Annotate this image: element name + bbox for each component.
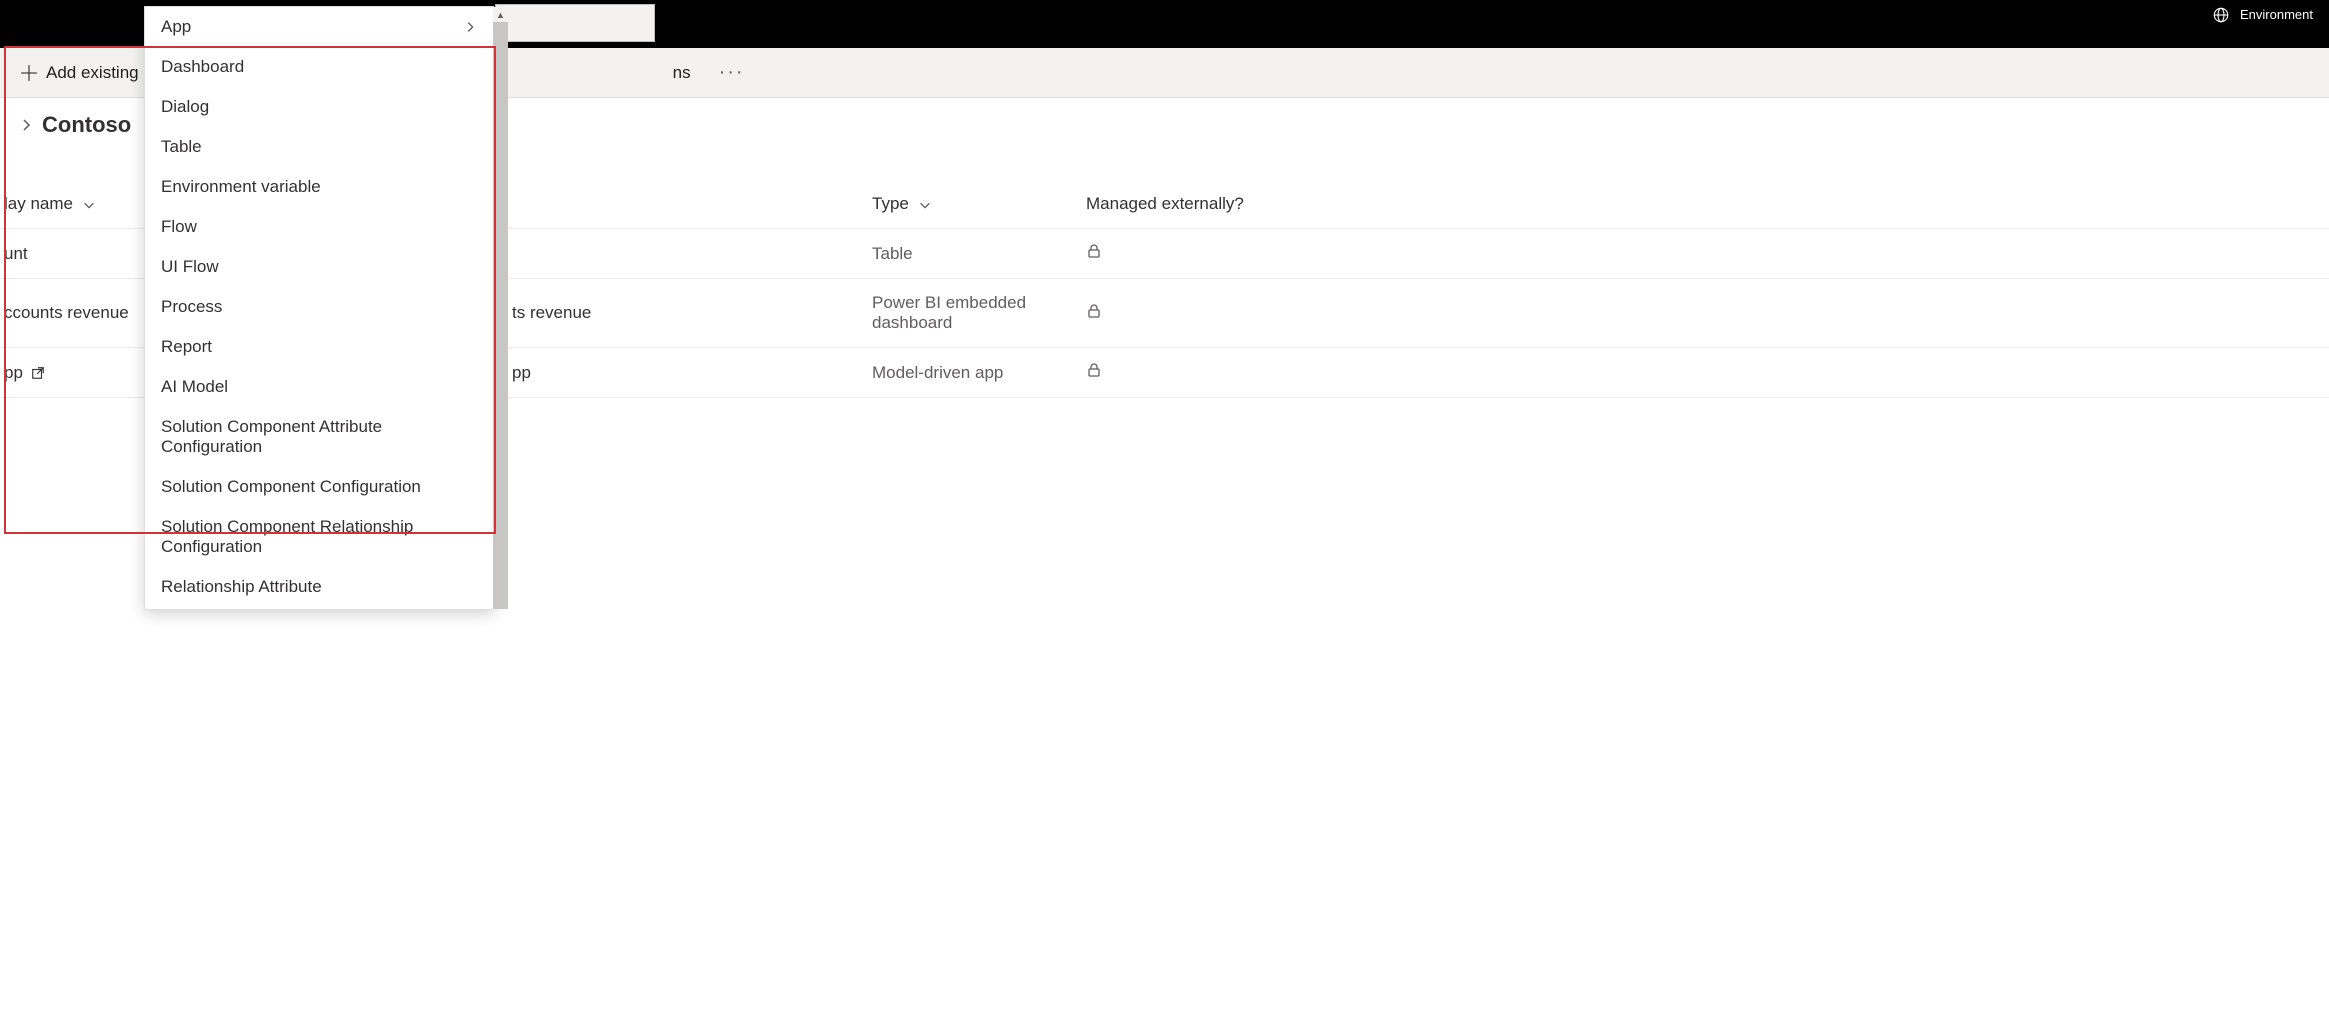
chevron-right-icon bbox=[463, 20, 477, 34]
search-box-placeholder[interactable] bbox=[495, 4, 655, 42]
cell-type: Model-driven app bbox=[858, 348, 1072, 398]
environment-picker[interactable]: Environment bbox=[2212, 6, 2313, 24]
dropdown-item[interactable]: Dashboard bbox=[145, 47, 493, 87]
scroll-up-arrow-icon[interactable]: ▲ bbox=[493, 7, 508, 22]
column-header-label: lay name bbox=[4, 194, 73, 213]
dropdown-item[interactable]: Report bbox=[145, 327, 493, 367]
dropdown-item-label: App bbox=[161, 17, 191, 37]
dropdown-item[interactable]: Dialog bbox=[145, 87, 493, 127]
dropdown-item[interactable]: UI Flow bbox=[145, 247, 493, 287]
dropdown-item-label: Solution Component Configuration bbox=[161, 477, 421, 497]
dropdown-item[interactable]: Environment variable bbox=[145, 167, 493, 207]
add-existing-label: Add existing bbox=[46, 63, 139, 83]
column-header-managed-externally[interactable]: Managed externally? bbox=[1072, 184, 2329, 229]
chevron-down-icon bbox=[82, 198, 96, 212]
cell-text: pp bbox=[4, 363, 23, 382]
cell-type: Table bbox=[858, 229, 1072, 279]
dropdown-item-label: Process bbox=[161, 297, 222, 317]
more-commands-button[interactable]: ··· bbox=[713, 57, 751, 88]
cell-managed-externally bbox=[1072, 279, 2329, 348]
dropdown-item[interactable]: Solution Component Attribute Configurati… bbox=[145, 407, 493, 467]
lock-icon bbox=[1086, 243, 1102, 259]
cell-name2 bbox=[498, 229, 858, 279]
solutions-fragment-label: ns bbox=[673, 63, 691, 83]
dropdown-item-label: Environment variable bbox=[161, 177, 321, 197]
chevron-right-icon bbox=[18, 117, 34, 133]
cell-name2: ts revenue bbox=[498, 279, 858, 348]
lock-icon bbox=[1086, 362, 1102, 378]
dropdown-item[interactable]: Relationship Attribute bbox=[145, 567, 493, 607]
dropdown-item[interactable]: Solution Component Relationship Configur… bbox=[145, 507, 493, 567]
column-header-type[interactable]: Type bbox=[858, 184, 1072, 229]
globe-icon bbox=[2212, 6, 2230, 24]
cell-text: ccounts revenue bbox=[4, 303, 129, 322]
cell-type: Power BI embedded dashboard bbox=[858, 279, 1072, 348]
plus-icon bbox=[20, 64, 38, 82]
dropdown-item-label: Report bbox=[161, 337, 212, 357]
environment-label: Environment bbox=[2240, 8, 2313, 22]
dropdown-item-label: Solution Component Relationship Configur… bbox=[161, 517, 477, 557]
dropdown-item-label: Solution Component Attribute Configurati… bbox=[161, 417, 477, 457]
solution-title: Contoso bbox=[42, 112, 131, 138]
dropdown-item-label: Dialog bbox=[161, 97, 209, 117]
dropdown-item-label: UI Flow bbox=[161, 257, 219, 277]
column-header-label: Type bbox=[872, 194, 909, 213]
add-existing-dropdown[interactable]: ▲ AppDashboardDialogTableEnvironment var… bbox=[144, 6, 494, 610]
dropdown-item-label: Relationship Attribute bbox=[161, 577, 322, 597]
dropdown-item[interactable]: AI Model bbox=[145, 367, 493, 407]
dropdown-scrollbar[interactable] bbox=[493, 7, 508, 609]
cell-managed-externally bbox=[1072, 229, 2329, 279]
chevron-down-icon bbox=[918, 198, 932, 212]
column-header-label: Managed externally? bbox=[1086, 194, 1244, 213]
dropdown-item[interactable]: Table bbox=[145, 127, 493, 167]
dropdown-item[interactable]: App bbox=[145, 7, 493, 47]
cell-text: unt bbox=[4, 244, 28, 263]
dropdown-item-label: Table bbox=[161, 137, 202, 157]
external-link-icon bbox=[31, 366, 45, 380]
dropdown-item[interactable]: Solution Component Configuration bbox=[145, 467, 493, 507]
dropdown-item[interactable]: Process bbox=[145, 287, 493, 327]
dropdown-item-label: AI Model bbox=[161, 377, 228, 397]
cell-managed-externally bbox=[1072, 348, 2329, 398]
dropdown-item-label: Dashboard bbox=[161, 57, 244, 77]
lock-icon bbox=[1086, 303, 1102, 319]
column-header-name2[interactable] bbox=[498, 184, 858, 229]
dropdown-item[interactable]: Flow bbox=[145, 207, 493, 247]
dropdown-item-label: Flow bbox=[161, 217, 197, 237]
cell-name2: pp bbox=[498, 348, 858, 398]
